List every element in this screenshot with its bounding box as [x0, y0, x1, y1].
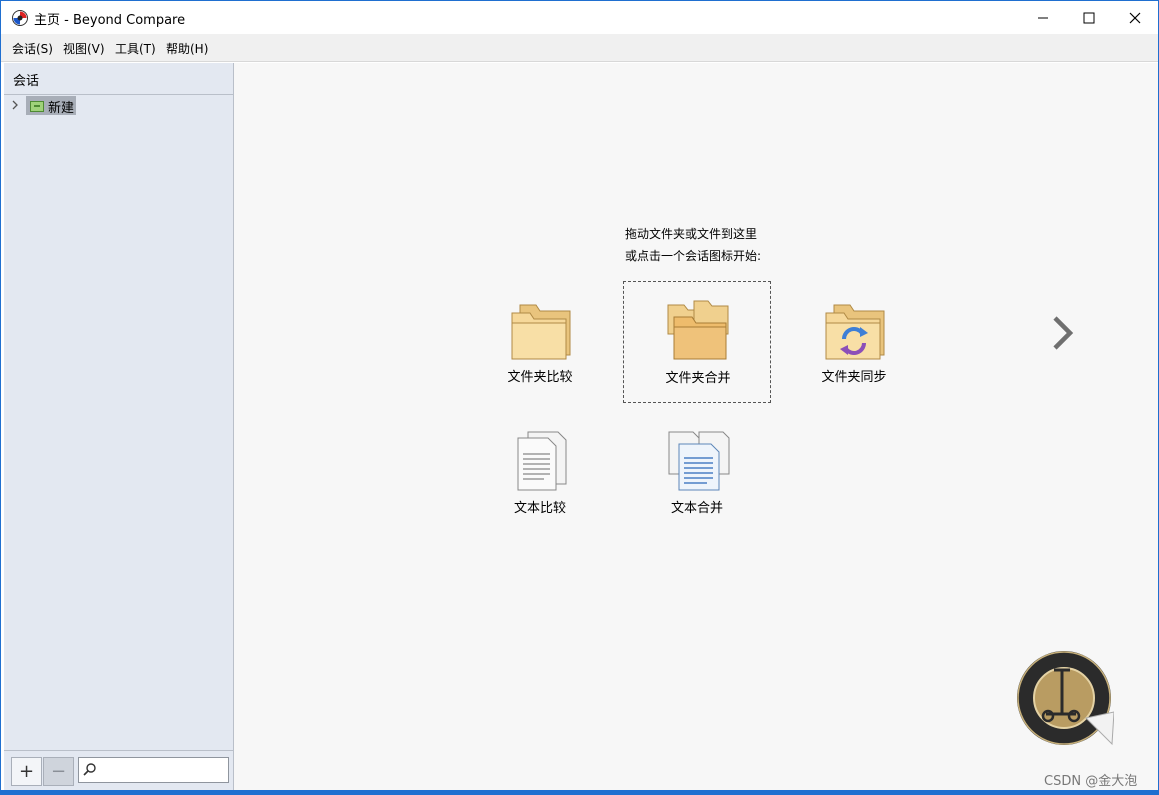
scooter-software-seal [1017, 651, 1114, 746]
window-border [1, 790, 1158, 793]
window-title: 主页 - Beyond Compare [34, 13, 186, 28]
tile-label: 文本比较 [513, 501, 566, 516]
menu-session[interactable]: 会话(S) [12, 40, 53, 57]
tile-text-merge[interactable]: 文本合并 [623, 412, 771, 534]
tile-label: 文本合并 [670, 501, 723, 516]
tile-text-compare[interactable]: 文本比较 [466, 412, 614, 534]
maximize-button[interactable] [1066, 1, 1112, 34]
sidebar-footer: + − [4, 750, 233, 791]
close-icon [1129, 12, 1141, 23]
sidebar-header: 会话 [4, 63, 233, 95]
instructions-line2: 或点击一个会话图标开始: [625, 249, 762, 263]
folder-compare-icon [511, 304, 571, 360]
folder-merge-icon [667, 300, 729, 360]
tile-folder-merge[interactable]: 文件夹合并 [623, 281, 771, 403]
tile-label: 文件夹比较 [507, 370, 573, 385]
tile-label: 文件夹同步 [821, 370, 887, 385]
maximize-icon [1083, 12, 1095, 23]
text-merge-icon [668, 431, 730, 491]
add-session-button[interactable]: + [11, 757, 42, 786]
menu-bar: 会话(S) 视图(V) 工具(T) 帮助(H) [1, 34, 1158, 62]
tree-item-label: 新建 [48, 101, 75, 116]
tile-label: 文件夹合并 [665, 371, 731, 386]
search-icon [83, 763, 96, 776]
minimize-button[interactable] [1020, 1, 1066, 34]
menu-help[interactable]: 帮助(H) [166, 40, 208, 57]
chevron-right-icon[interactable] [11, 100, 19, 110]
tile-folder-sync[interactable]: 文件夹同步 [780, 281, 928, 403]
app-window: 主页 - Beyond Compare 会话(S) 视图(V) 工具(T) 帮助… [1, 1, 1158, 793]
minimize-icon [1038, 17, 1048, 18]
watermark-text: CSDN @金大泡 [1044, 774, 1138, 789]
remove-session-button[interactable]: − [43, 757, 74, 786]
chevron-right-icon[interactable] [1051, 315, 1075, 351]
close-button[interactable] [1112, 1, 1158, 34]
menu-tools[interactable]: 工具(T) [115, 40, 156, 57]
home-drop-area[interactable]: 拖动文件夹或文件到这里 或点击一个会话图标开始: 文件夹比较 文件夹合并 文件夹… [234, 63, 1158, 790]
folder-sync-icon [825, 304, 885, 360]
beyond-compare-icon [12, 10, 28, 26]
sessions-sidebar: 会话 新建 + − [4, 63, 234, 791]
title-bar[interactable]: 主页 - Beyond Compare [1, 1, 1158, 34]
instructions-line1: 拖动文件夹或文件到这里 [625, 227, 758, 241]
menu-view[interactable]: 视图(V) [63, 40, 105, 57]
session-search-input[interactable] [78, 757, 229, 783]
instructions: 拖动文件夹或文件到这里 或点击一个会话图标开始: [625, 223, 761, 267]
sidebar-title: 会话 [13, 74, 40, 89]
text-compare-icon [517, 431, 567, 491]
tree-item-new[interactable]: 新建 [8, 96, 88, 116]
tile-folder-compare[interactable]: 文件夹比较 [466, 281, 614, 403]
folder-icon [30, 101, 44, 112]
